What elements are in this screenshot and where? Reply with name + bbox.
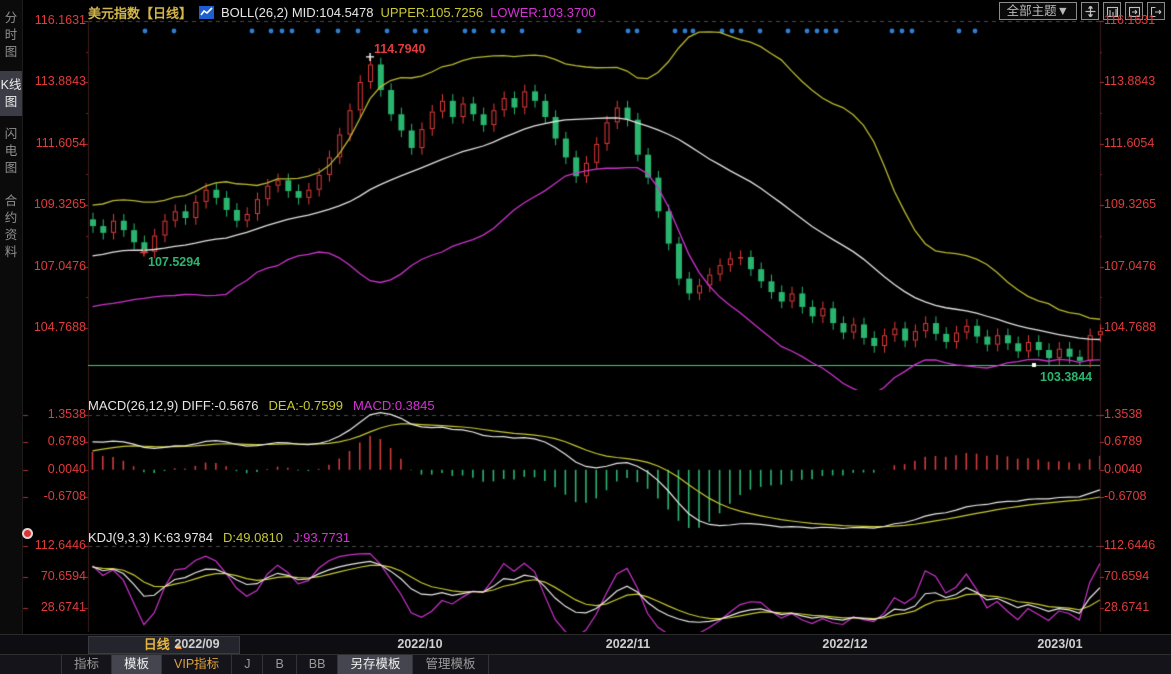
toolbar-tab-1[interactable]: 模板 <box>111 655 162 674</box>
chart-mode-sidebar: 分时图 K线图闪电图合约资料 <box>0 0 23 636</box>
chart-canvas[interactable] <box>0 0 1171 674</box>
kdj-d-value: D:49.0810 <box>223 530 283 545</box>
last-price-annotation: 103.3844 <box>1040 370 1092 384</box>
main-axis-label-right: 116.1631 <box>1104 13 1170 27</box>
indicator-target-icon[interactable] <box>22 528 33 539</box>
date-axis-label: 2022/10 <box>397 637 442 651</box>
date-axis-label: 2022/09 <box>174 637 219 651</box>
macd-bar-value: MACD:0.3845 <box>353 398 435 413</box>
macd-axis-label-left: -0.6708 <box>24 489 86 503</box>
main-axis-label-right: 109.3265 <box>1104 197 1170 211</box>
kdj-j-value: J:93.7731 <box>293 530 350 545</box>
chart-type-icon <box>199 6 214 19</box>
main-axis-label-right: 107.0476 <box>1104 259 1170 273</box>
macd-axis-label-left: 0.0040 <box>24 462 86 476</box>
toolbar-tab-3[interactable]: J <box>231 655 263 674</box>
macd-axis-label-left: 1.3538 <box>24 407 86 421</box>
main-axis-label-left: 116.1631 <box>24 13 86 27</box>
kdj-k-value: KDJ(9,3,3) K:63.9784 <box>88 530 213 545</box>
date-axis-label: 2022/12 <box>822 637 867 651</box>
date-axis-row: 日线 ▲ 2022/092022/102022/112022/122023/01 <box>0 634 1171 655</box>
main-axis-label-right: 111.6054 <box>1104 136 1170 150</box>
boll-upper-value: UPPER:105.7256 <box>381 5 484 20</box>
crosshair-move-icon[interactable] <box>1081 2 1099 20</box>
boll-mid-value: BOLL(26,2) MID:104.5478 <box>221 5 373 20</box>
main-axis-label-left: 104.7688 <box>24 320 86 334</box>
boll-lower-value: LOWER:103.3700 <box>490 5 596 20</box>
macd-dea-value: DEA:-0.7599 <box>269 398 343 413</box>
bottom-toolbar: 指标模板VIP指标JBBB另存模板管理模板 <box>0 654 1171 674</box>
high-price-annotation: 114.7940 <box>374 42 425 56</box>
macd-diff-value: MACD(26,12,9) DIFF:-0.5676 <box>88 398 259 413</box>
macd-axis-label-right: 0.6789 <box>1104 434 1170 448</box>
sidebar-tab-1[interactable]: K线图 <box>0 71 22 117</box>
main-axis-label-right: 104.7688 <box>1104 320 1170 334</box>
kdj-axis-label-left: 28.6741 <box>24 600 86 614</box>
macd-axis-label-left: 0.6789 <box>24 434 86 448</box>
kdj-axis-label-left: 112.6446 <box>24 538 86 552</box>
kdj-axis-label-right: 70.6594 <box>1104 569 1170 583</box>
toolbar-tab-0[interactable]: 指标 <box>61 655 112 674</box>
toolbar-tab-7[interactable]: 管理模板 <box>412 655 488 674</box>
main-axis-label-left: 107.0476 <box>24 259 86 273</box>
macd-header: MACD(26,12,9) DIFF:-0.5676 DEA:-0.7599 M… <box>88 398 435 413</box>
main-axis-label-right: 113.8843 <box>1104 74 1170 88</box>
theme-dropdown-button[interactable]: 全部主题▼ <box>999 2 1077 20</box>
kdj-header: KDJ(9,3,3) K:63.9784 D:49.0810 J:93.7731 <box>88 530 350 545</box>
app-window: 美元指数【日线】 BOLL(26,2) MID:104.5478 UPPER:1… <box>0 0 1171 674</box>
date-axis-label: 2023/01 <box>1037 637 1082 651</box>
main-axis-label-left: 113.8843 <box>24 74 86 88</box>
kdj-axis-label-right: 28.6741 <box>1104 600 1170 614</box>
kdj-axis-label-left: 70.6594 <box>24 569 86 583</box>
main-axis-label-left: 111.6054 <box>24 136 86 150</box>
kdj-axis-label-right: 112.6446 <box>1104 538 1170 552</box>
macd-axis-label-right: -0.6708 <box>1104 489 1170 503</box>
toolbar-tab-2[interactable]: VIP指标 <box>161 655 232 674</box>
macd-axis-label-right: 0.0040 <box>1104 462 1170 476</box>
chart-header: 美元指数【日线】 BOLL(26,2) MID:104.5478 UPPER:1… <box>88 3 596 21</box>
sidebar-tab-0[interactable]: 分时图 <box>0 4 22 67</box>
date-axis-label: 2022/11 <box>606 637 651 651</box>
symbol-title: 美元指数【日线】 <box>88 3 192 22</box>
toolbar-tab-6[interactable]: 另存模板 <box>337 655 413 674</box>
sidebar-tab-3[interactable]: 合约资料 <box>0 187 22 267</box>
low-price-annotation: 107.5294 <box>148 255 200 269</box>
macd-axis-label-right: 1.3538 <box>1104 407 1170 421</box>
sidebar-tab-2[interactable]: 闪电图 <box>0 120 22 183</box>
toolbar-tab-5[interactable]: BB <box>296 655 339 674</box>
period-label: 日线 <box>144 637 170 652</box>
main-axis-label-left: 109.3265 <box>24 197 86 211</box>
toolbar-tab-4[interactable]: B <box>262 655 296 674</box>
